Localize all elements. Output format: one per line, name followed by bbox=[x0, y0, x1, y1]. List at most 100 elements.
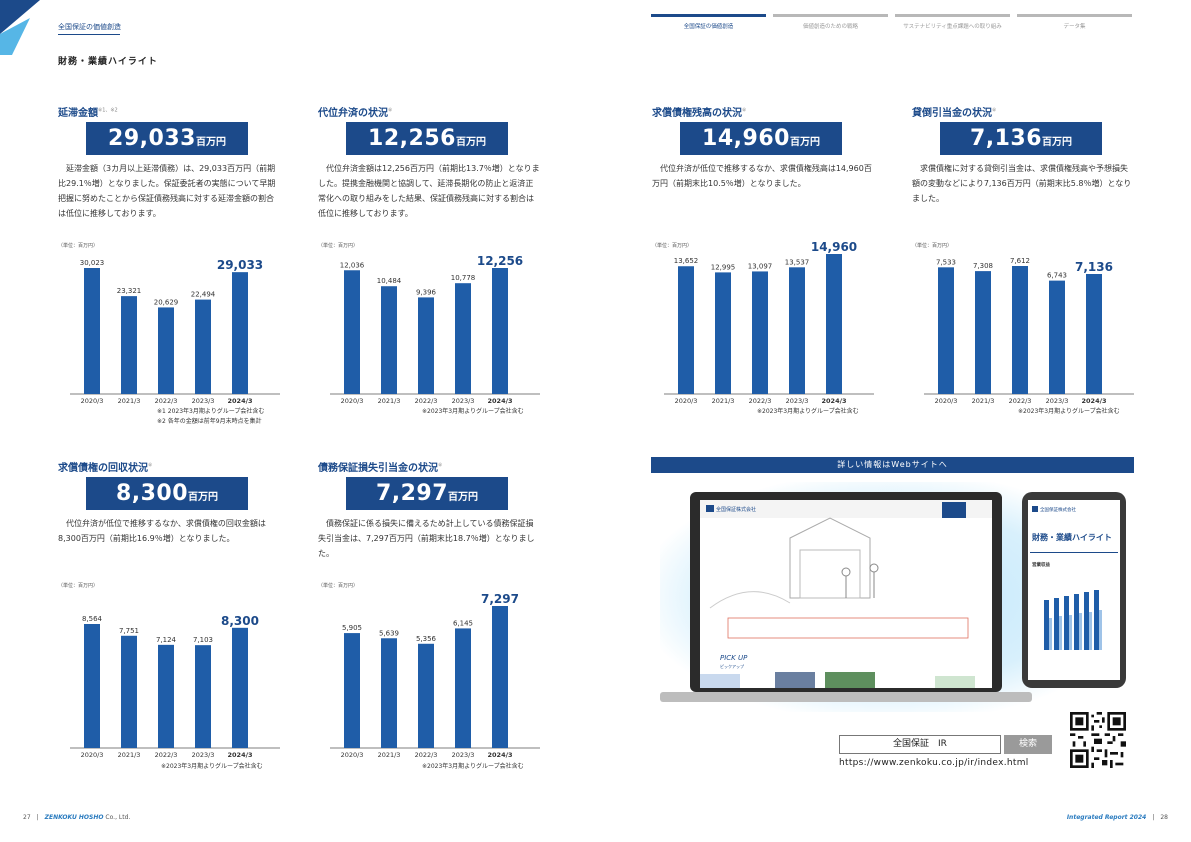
category-label: 2020/3 bbox=[935, 397, 958, 405]
data-label: 29,033 bbox=[217, 258, 263, 272]
bar bbox=[678, 266, 694, 394]
panel-title: 貸倒引当金の状況※ bbox=[912, 107, 997, 119]
chart-note: ※2 各年の金額は前年9月末時点を集計 bbox=[157, 418, 262, 425]
phone-company-name: 全国保証株式会社 bbox=[1040, 506, 1076, 513]
category-label: 2021/3 bbox=[378, 751, 401, 759]
chart-note: ※2023年3月期よりグループ会社含む bbox=[757, 408, 859, 415]
panel-title: 債務保証損失引当金の状況※ bbox=[318, 462, 443, 474]
data-label: 30,023 bbox=[80, 259, 105, 267]
bar bbox=[455, 283, 471, 394]
panel-title: 代位弁済の状況※ bbox=[318, 107, 393, 119]
headline-value: 14,960百万円 bbox=[680, 122, 842, 155]
bar bbox=[195, 645, 211, 748]
category-label: 2024/3 bbox=[488, 751, 513, 759]
bar-chart-overdue-amount: 30,023 2020/3 23,321 2021/3 20,629 2022/3 22,4… bbox=[70, 258, 280, 405]
data-label: 8,564 bbox=[82, 615, 103, 623]
category-label: 2021/3 bbox=[712, 397, 735, 405]
headline-value: 12,256百万円 bbox=[346, 122, 508, 155]
category-label: 2022/3 bbox=[155, 751, 178, 759]
headline-value: 7,297百万円 bbox=[346, 477, 508, 510]
data-label: 22,494 bbox=[191, 291, 216, 299]
bar bbox=[492, 606, 508, 748]
data-label: 7,308 bbox=[973, 262, 993, 270]
unit-label: （単位：百万円） bbox=[652, 243, 693, 249]
category-label: 2024/3 bbox=[228, 751, 253, 759]
bar bbox=[975, 271, 991, 394]
unit-label: （単位：百万円） bbox=[58, 243, 99, 249]
section-label: 全国保証の価値創造 bbox=[58, 23, 121, 31]
bar-chart-claims-recovery: 8,564 2020/3 7,751 2021/3 7,124 2022/3 7,103 20… bbox=[70, 614, 280, 759]
data-label: 13,097 bbox=[748, 262, 773, 270]
bar bbox=[344, 633, 360, 748]
data-label: 5,639 bbox=[379, 629, 399, 637]
category-label: 2022/3 bbox=[415, 751, 438, 759]
bar bbox=[84, 268, 100, 394]
panel-description: 代位弁済金額は12,256百万円（前期比13.7％増）となりました。提携金融機関… bbox=[318, 164, 540, 218]
unit-label: （単位：百万円） bbox=[318, 243, 359, 249]
category-label: 2020/3 bbox=[341, 751, 364, 759]
panel-description: 延滞金額（3カ月以上延滞債務）は、29,033百万円（前期比29.1％増）となり… bbox=[58, 164, 276, 218]
data-label: 13,537 bbox=[785, 258, 810, 266]
data-label: 7,751 bbox=[119, 627, 139, 635]
bar bbox=[381, 638, 397, 748]
qr-code-icon bbox=[1070, 712, 1126, 768]
data-label: 7,612 bbox=[1010, 257, 1030, 265]
data-label: 7,103 bbox=[193, 636, 213, 644]
data-label: 9,396 bbox=[416, 288, 437, 296]
headline-value: 29,033百万円 bbox=[86, 122, 248, 155]
category-label: 2022/3 bbox=[155, 397, 178, 405]
panel-description: 代位弁済が低位で推移するなか、求償債権の回収金額は8,300百万円（前期比16.… bbox=[58, 519, 266, 543]
bar bbox=[455, 628, 471, 748]
tab-value-creation[interactable]: 全国保証の価値創造 bbox=[651, 14, 766, 36]
panel-description: 債務保証に係る損失に備えるため計上している債務保証損失引当金は、7,297百万円… bbox=[318, 519, 535, 558]
data-label: 12,036 bbox=[340, 261, 365, 269]
category-label: 2023/3 bbox=[452, 397, 475, 405]
footer-left: 27 | ZENKOKU HOSHO Co., Ltd. bbox=[23, 814, 131, 821]
category-label: 2021/3 bbox=[378, 397, 401, 405]
data-label: 12,256 bbox=[477, 254, 523, 268]
bar bbox=[1012, 266, 1028, 394]
footer-right: Integrated Report 2024 | 28 bbox=[1066, 814, 1168, 821]
search-input[interactable]: 全国保証 IR bbox=[839, 735, 1001, 754]
category-label: 2020/3 bbox=[341, 397, 364, 405]
headline-value: 7,136百万円 bbox=[940, 122, 1102, 155]
category-label: 2021/3 bbox=[972, 397, 995, 405]
category-label: 2023/3 bbox=[452, 751, 475, 759]
bar bbox=[232, 627, 248, 748]
tab-strategy[interactable]: 価値創造のための戦略 bbox=[773, 14, 888, 36]
tab-sustainability[interactable]: サステナビリティ重点課題への取り組み bbox=[895, 14, 1010, 36]
data-label: 6,743 bbox=[1047, 272, 1067, 280]
bar bbox=[158, 644, 174, 748]
category-label: 2024/3 bbox=[1082, 397, 1107, 405]
data-label: 8,300 bbox=[221, 614, 259, 628]
category-label: 2022/3 bbox=[415, 397, 438, 405]
bar-chart-bad-debt-allowance: 7,533 2020/3 7,308 2021/3 7,612 2022/3 6,743 20… bbox=[924, 257, 1134, 405]
category-label: 2024/3 bbox=[228, 397, 253, 405]
data-label: 7,297 bbox=[481, 592, 519, 606]
bar bbox=[121, 635, 137, 748]
phone-chart-title: 営業収益 bbox=[1032, 561, 1050, 568]
corner-triangle-decoration bbox=[0, 0, 40, 55]
unit-label: （単位：百万円） bbox=[912, 243, 953, 249]
bar bbox=[84, 624, 100, 748]
category-label: 2022/3 bbox=[1009, 397, 1032, 405]
bar bbox=[195, 299, 211, 394]
data-label: 6,145 bbox=[453, 619, 473, 627]
data-label: 23,321 bbox=[117, 287, 142, 295]
panel-title: 求償債権の回収状況※ bbox=[58, 462, 153, 474]
category-label: 2020/3 bbox=[81, 751, 104, 759]
panel-title: 延滞金額※1、※2 bbox=[58, 107, 118, 119]
category-label: 2020/3 bbox=[675, 397, 698, 405]
search-button[interactable]: 検索 bbox=[1004, 735, 1052, 754]
page-title: 財務・業績ハイライト bbox=[58, 57, 158, 67]
tab-data[interactable]: データ集 bbox=[1017, 14, 1132, 36]
bar bbox=[344, 270, 360, 394]
website-devices-illustration: 全国保証株式会社 PICK UP ピックアップ 全国保証株式会社 財務・業績ハイ… bbox=[660, 482, 1126, 712]
website-url[interactable]: https://www.zenkoku.co.jp/ir/index.html bbox=[839, 758, 1029, 768]
screen-pickup-sub: ピックアップ bbox=[720, 663, 744, 669]
bar bbox=[752, 271, 768, 394]
bar bbox=[381, 286, 397, 394]
data-label: 5,905 bbox=[342, 624, 362, 632]
data-label: 5,356 bbox=[416, 635, 437, 643]
bar-chart-claims-balance: 13,652 2020/3 12,995 2021/3 13,097 2022/3 13,5… bbox=[664, 240, 874, 405]
